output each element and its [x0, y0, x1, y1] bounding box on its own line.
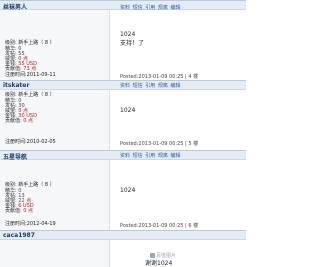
action-quote[interactable]: 引用 — [145, 83, 155, 89]
post-floor-5: itskater 资料 短信 引用 规离 编辑 1024 级别: 新手上路（ 8… — [0, 80, 246, 151]
post-message-line: 1024 — [120, 107, 136, 114]
posted-time: Posted:2013-01-09 00:25 | 5 楼 — [120, 141, 199, 147]
post-actions: 资料 短信 引用 规离 编辑 — [120, 4, 181, 11]
stat-label: 贡献值: — [5, 208, 22, 214]
action-profile[interactable]: 资料 — [120, 5, 130, 11]
post-floor-6: 五星导航 资料 短信 引用 规离 编辑 1024 级别: 新手上路（ 8 ） 精… — [0, 150, 246, 231]
action-quote[interactable]: 引用 — [145, 5, 155, 11]
author-name[interactable]: itskater — [3, 82, 29, 89]
post-message-line: 支持！了 — [120, 40, 145, 47]
watermark: 百度图片 — [150, 252, 176, 259]
author-name[interactable]: caca1987 — [3, 232, 35, 239]
action-message[interactable]: 短信 — [133, 153, 143, 159]
post-actions: 资料 短信 引用 规离 编辑 — [120, 152, 181, 159]
action-edit[interactable]: 编辑 — [170, 83, 180, 89]
watermark-text: 百度图片 — [156, 253, 177, 259]
user-stat: 贡献值: 0 点 — [5, 119, 33, 124]
register-date: 注册时间:2010-02-05 — [5, 139, 56, 145]
post-message-line: 1024 — [120, 187, 136, 194]
stat-label: 贡献值: — [5, 118, 22, 124]
stat-value: 0 点 — [23, 208, 34, 214]
post-header: caca1987 — [0, 231, 246, 240]
post-message-line: 1024 — [120, 31, 136, 38]
register-date: 注册时间:2012-04-19 — [5, 221, 56, 227]
action-quote[interactable]: 引用 — [145, 153, 155, 159]
post-actions: 资料 短信 引用 规离 编辑 — [120, 82, 181, 89]
action-edit[interactable]: 编辑 — [170, 153, 180, 159]
action-message[interactable]: 短信 — [133, 5, 143, 11]
posted-time: Posted:2013-01-09 00:25 | 4 楼 — [120, 74, 199, 80]
action-profile[interactable]: 资料 — [120, 153, 130, 159]
action-report[interactable]: 规离 — [158, 83, 168, 89]
author-panel — [0, 240, 110, 267]
post-floor-7: caca1987 谢谢1024 — [0, 230, 246, 267]
post-floor-4: 丝袜男人 资料 短信 引用 规离 编辑 1024 支持！了 级别: 新手上路（ … — [0, 0, 246, 81]
action-report[interactable]: 规离 — [158, 5, 168, 11]
forum-thread: 丝袜男人 资料 短信 引用 规离 编辑 1024 支持！了 级别: 新手上路（ … — [0, 0, 246, 267]
action-report[interactable]: 规离 — [158, 153, 168, 159]
posted-time: Posted:2013-01-09 00:25 | 6 楼 — [120, 223, 199, 229]
action-edit[interactable]: 编辑 — [170, 5, 180, 11]
register-date: 注册时间:2011-09-11 — [5, 72, 56, 78]
user-stat: 贡献值: 0 点 — [5, 209, 33, 214]
action-message[interactable]: 短信 — [133, 83, 143, 89]
watermark-logo-icon — [150, 253, 155, 258]
action-profile[interactable]: 资料 — [120, 83, 130, 89]
stat-value: 0 点 — [23, 118, 34, 124]
